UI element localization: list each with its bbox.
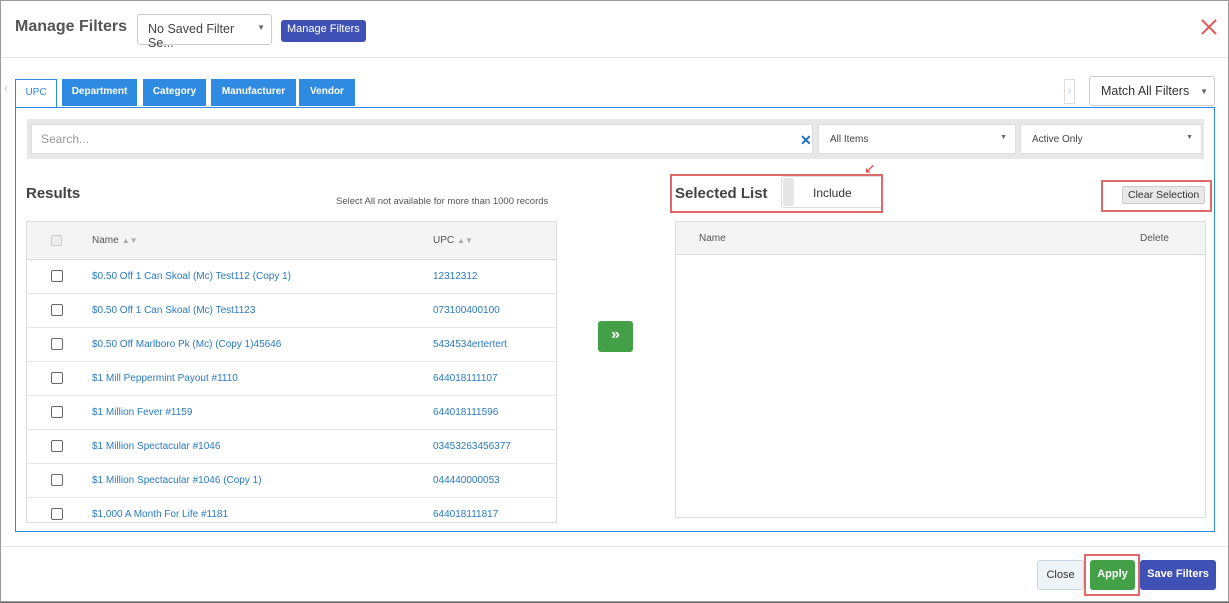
row-name-link[interactable]: $1 Million Spectacular #1046 (Copy 1) bbox=[92, 475, 262, 486]
table-row[interactable]: $1 Mill Peppermint Payout #1110 644018111… bbox=[27, 362, 556, 396]
column-upc-label: UPC bbox=[433, 235, 455, 246]
move-selected-button[interactable]: » bbox=[598, 321, 633, 352]
row-name-link[interactable]: $1 Million Fever #1159 bbox=[92, 407, 192, 418]
table-row[interactable]: $0.50 Off 1 Can Skoal (Mc) Test1123 07310… bbox=[27, 294, 556, 328]
tab-department[interactable]: Department bbox=[62, 79, 137, 106]
select-all-checkbox bbox=[51, 235, 62, 246]
selected-table: Name Delete bbox=[675, 221, 1206, 518]
row-upc-link[interactable]: 03453263456377 bbox=[433, 441, 511, 452]
selected-column-delete: Delete bbox=[1140, 233, 1169, 244]
status-select[interactable]: Active Only ▼ bbox=[1020, 124, 1202, 154]
table-row[interactable]: $0.50 Off 1 Can Skoal (Mc) Test112 (Copy… bbox=[27, 260, 556, 294]
row-name-link[interactable]: $0.50 Off Marlboro Pk (Mc) (Copy 1)45646 bbox=[92, 339, 281, 350]
results-title: Results bbox=[26, 185, 81, 202]
select-all-note: Select All not available for more than 1… bbox=[336, 196, 549, 207]
saved-filter-value: No Saved Filter Se... bbox=[148, 22, 235, 50]
row-upc-link[interactable]: 044440000053 bbox=[433, 475, 500, 486]
row-checkbox[interactable] bbox=[51, 270, 63, 282]
clear-search-icon[interactable]: ✕ bbox=[800, 132, 812, 149]
results-table: Name ▲▼ UPC ▲▼ $0.50 Off 1 Can Skoal (Mc) … bbox=[26, 221, 557, 523]
items-select-value: All Items bbox=[830, 134, 869, 145]
row-checkbox[interactable] bbox=[51, 474, 63, 486]
table-row[interactable]: $1 Million Spectacular #1046 (Copy 1) 044… bbox=[27, 464, 556, 498]
row-upc-link[interactable]: 644018111817 bbox=[433, 509, 498, 520]
close-icon[interactable] bbox=[1198, 16, 1220, 38]
row-name-link[interactable]: $1,000 A Month For Life #1181 bbox=[92, 509, 228, 520]
status-select-value: Active Only bbox=[1032, 134, 1083, 145]
row-checkbox[interactable] bbox=[51, 508, 63, 520]
row-name-link[interactable]: $0.50 Off 1 Can Skoal (Mc) Test1123 bbox=[92, 305, 255, 316]
tabs-scroll-right-icon[interactable]: › bbox=[1064, 79, 1075, 104]
row-upc-link[interactable]: 644018111107 bbox=[433, 373, 498, 384]
row-upc-link[interactable]: 073100400100 bbox=[433, 305, 500, 316]
selected-column-name: Name bbox=[699, 233, 726, 244]
chevron-down-icon: ▼ bbox=[1200, 87, 1208, 96]
chevron-down-icon: ▼ bbox=[1000, 134, 1007, 141]
saved-filter-select[interactable]: No Saved Filter Se... ▼ bbox=[137, 14, 272, 50]
chevron-down-icon: ▼ bbox=[257, 23, 265, 32]
table-row[interactable]: $1,000 A Month For Life #1181 64401811181… bbox=[27, 498, 556, 522]
row-checkbox[interactable] bbox=[51, 406, 63, 418]
table-row[interactable]: $1 Million Fever #1159 644018111596 bbox=[27, 396, 556, 430]
close-button[interactable]: Close bbox=[1037, 560, 1084, 590]
row-checkbox[interactable] bbox=[51, 338, 63, 350]
results-rows: $0.50 Off 1 Can Skoal (Mc) Test112 (Copy… bbox=[27, 260, 556, 522]
results-table-header: Name ▲▼ UPC ▲▼ bbox=[27, 222, 556, 260]
row-checkbox[interactable] bbox=[51, 372, 63, 384]
tab-vendor[interactable]: Vendor bbox=[299, 79, 355, 106]
highlight-box bbox=[670, 174, 883, 213]
column-header-name[interactable]: Name ▲▼ bbox=[92, 235, 138, 246]
tab-category[interactable]: Category bbox=[143, 79, 206, 106]
selected-table-header: Name Delete bbox=[676, 222, 1205, 255]
row-upc-link[interactable]: 644018111596 bbox=[433, 407, 498, 418]
search-placeholder: Search... bbox=[41, 132, 90, 146]
row-name-link[interactable]: $1 Million Spectacular #1046 bbox=[92, 441, 220, 452]
apply-button[interactable]: Apply bbox=[1090, 560, 1135, 590]
column-name-label: Name bbox=[92, 235, 119, 246]
row-name-link[interactable]: $1 Mill Peppermint Payout #1110 bbox=[92, 373, 238, 384]
table-row[interactable]: $1 Million Spectacular #1046 034532634563… bbox=[27, 430, 556, 464]
tabs-scroll-left-icon[interactable]: ‹ bbox=[4, 81, 14, 103]
manage-filters-modal: Manage Filters No Saved Filter Se... ▼ M… bbox=[0, 0, 1229, 602]
sort-icon: ▲▼ bbox=[121, 236, 138, 245]
highlight-box bbox=[1101, 180, 1212, 212]
items-select[interactable]: All Items ▼ bbox=[818, 124, 1016, 154]
row-upc-link[interactable]: 12312312 bbox=[433, 271, 478, 282]
manage-filters-button[interactable]: Manage Filters bbox=[281, 20, 366, 42]
filter-panel: Search... ✕ All Items ▼ Active Only ▼ Re… bbox=[15, 107, 1215, 532]
row-checkbox[interactable] bbox=[51, 440, 63, 452]
column-header-upc[interactable]: UPC ▲▼ bbox=[433, 235, 473, 246]
modal-header: Manage Filters No Saved Filter Se... ▼ M… bbox=[1, 4, 1228, 58]
table-row[interactable]: $0.50 Off Marlboro Pk (Mc) (Copy 1)45646… bbox=[27, 328, 556, 362]
modal-footer: Close Apply Save Filters bbox=[1, 546, 1228, 603]
row-checkbox[interactable] bbox=[51, 304, 63, 316]
row-upc-link[interactable]: 5434534ertertert bbox=[433, 339, 507, 350]
match-filters-value: Match All Filters bbox=[1101, 84, 1190, 98]
sort-icon: ▲▼ bbox=[457, 236, 473, 245]
filter-bar: Search... ✕ All Items ▼ Active Only ▼ bbox=[27, 119, 1204, 159]
annotation-arrow-icon: ↙ bbox=[864, 160, 876, 176]
row-name-link[interactable]: $0.50 Off 1 Can Skoal (Mc) Test112 (Copy… bbox=[92, 271, 291, 282]
chevron-down-icon: ▼ bbox=[1186, 134, 1193, 141]
modal-title: Manage Filters bbox=[15, 18, 128, 35]
match-filters-select[interactable]: Match All Filters ▼ bbox=[1089, 76, 1215, 106]
search-input[interactable]: Search... ✕ bbox=[31, 124, 813, 154]
tab-manufacturer[interactable]: Manufacturer bbox=[211, 79, 296, 106]
tab-upc[interactable]: UPC bbox=[15, 79, 57, 108]
save-filters-button[interactable]: Save Filters bbox=[1140, 560, 1216, 590]
